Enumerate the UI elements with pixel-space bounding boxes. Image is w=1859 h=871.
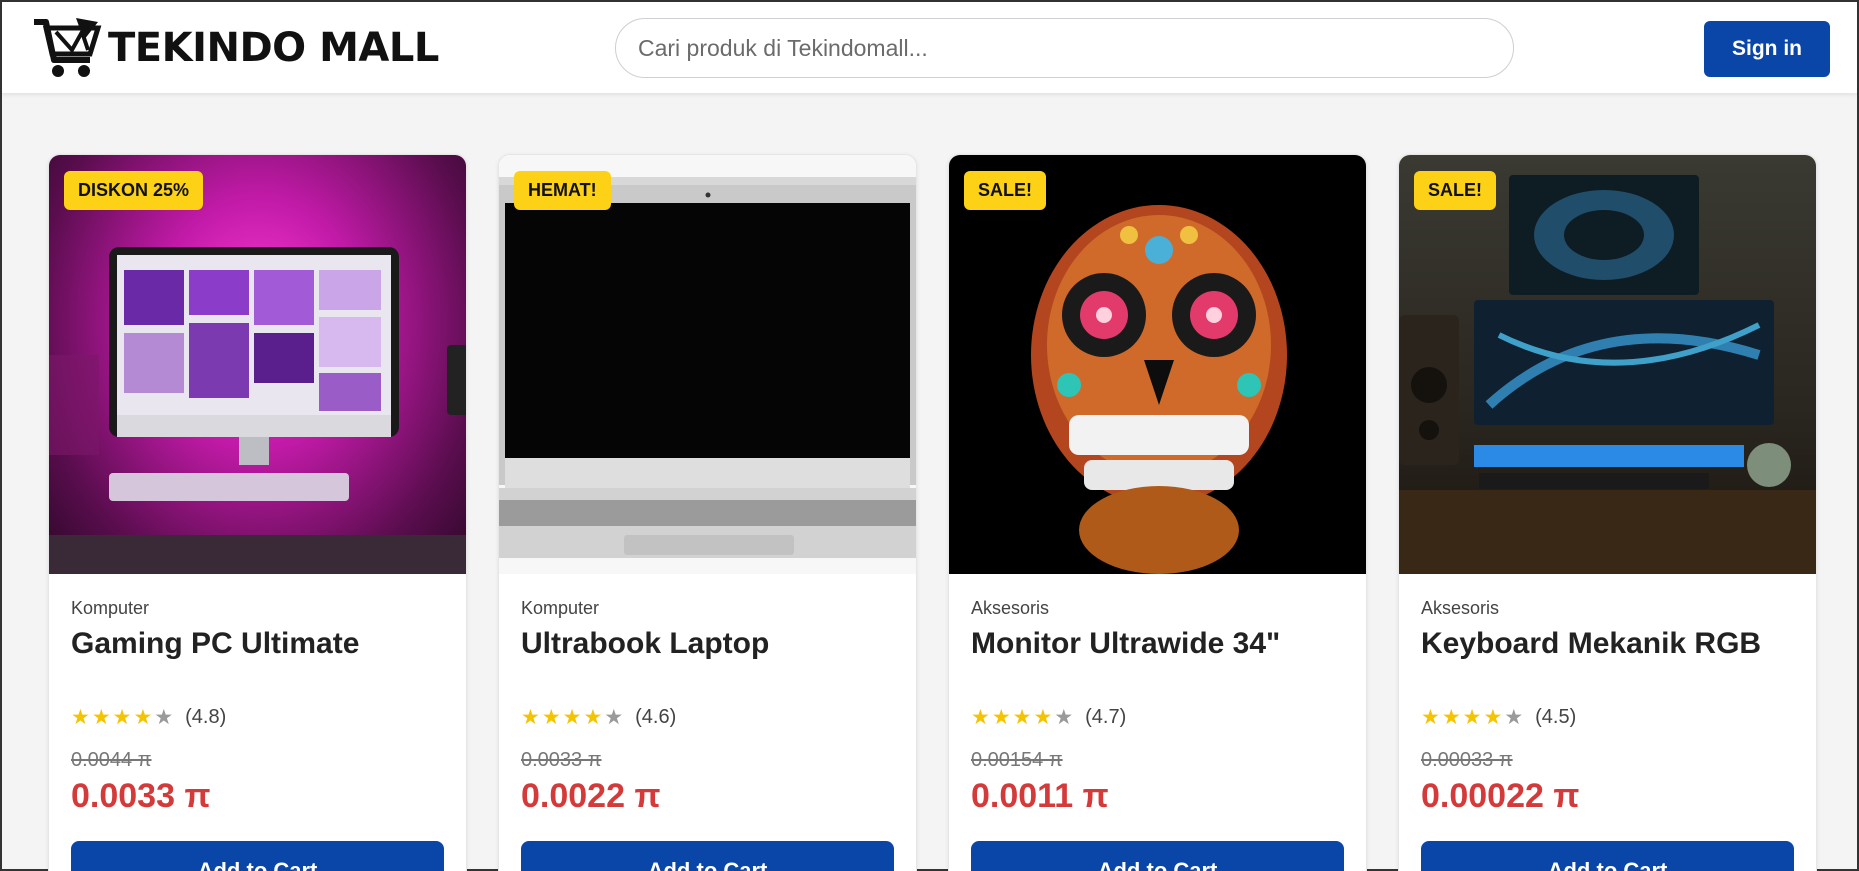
desktop-pc-picture [49, 247, 466, 574]
product-category: Aksesoris [1421, 598, 1500, 618]
product-category: Aksesoris [971, 598, 1050, 618]
product-image[interactable]: HEMAT! [499, 155, 916, 574]
product-title[interactable]: Gaming PC Ultimate [71, 627, 359, 661]
product-category: Komputer [521, 598, 600, 618]
product-rating: ★★★★★ (4.7) [971, 705, 1126, 730]
logo-text: TEKINDO MALL [108, 25, 439, 71]
product-title[interactable]: Ultrabook Laptop [521, 627, 769, 661]
discount-badge: SALE! [1414, 171, 1496, 210]
product-image[interactable]: SALE! [1399, 155, 1816, 574]
product-rating: ★★★★★ (4.5) [1421, 705, 1576, 730]
original-price: 0.00033 π [1421, 749, 1513, 771]
rating-stars-icon: ★★★★★ [71, 706, 176, 729]
original-price: 0.0044 π [71, 749, 152, 771]
logo[interactable]: TEKINDO MALL [32, 16, 439, 80]
laptop-picture [499, 177, 916, 558]
discount-badge: SALE! [964, 171, 1046, 210]
add-to-cart-button[interactable]: Add to Cart [521, 841, 894, 871]
product-rating: ★★★★★ (4.6) [521, 705, 676, 730]
rating-value: (4.7) [1085, 706, 1127, 728]
add-to-cart-button[interactable]: Add to Cart [971, 841, 1344, 871]
rating-value: (4.5) [1535, 706, 1577, 728]
shopping-cart-icon [34, 18, 102, 77]
discount-badge: DISKON 25% [64, 171, 204, 210]
add-to-cart-button[interactable]: Add to Cart [1421, 841, 1794, 871]
product-card[interactable]: SALE! Aksesoris Keyboard Mekanik RGB ★★★… [1398, 154, 1817, 871]
rating-stars-icon: ★★★★★ [1421, 706, 1526, 729]
decorated-skull-picture [1031, 205, 1287, 574]
rating-stars-icon: ★★★★★ [971, 706, 1076, 729]
desk-setup-picture [1399, 175, 1816, 574]
add-to-cart-button[interactable]: Add to Cart [71, 841, 444, 871]
product-card[interactable]: DISKON 25% Komputer Gaming PC Ultimate ★… [48, 154, 467, 871]
search-input[interactable] [615, 18, 1514, 78]
product-category: Komputer [71, 598, 150, 618]
product-title[interactable]: Monitor Ultrawide 34" [971, 627, 1280, 661]
product-card[interactable]: HEMAT! Komputer Ultrabook Laptop ★★★★★ (… [498, 154, 917, 871]
product-image[interactable]: SALE! [949, 155, 1366, 574]
product-image[interactable]: DISKON 25% [49, 155, 466, 574]
rating-value: (4.6) [635, 706, 677, 728]
sale-price: 0.0022 π [521, 777, 661, 815]
rating-stars-icon: ★★★★★ [521, 706, 626, 729]
rating-value: (4.8) [185, 706, 227, 728]
product-rating: ★★★★★ (4.8) [71, 705, 226, 730]
product-card[interactable]: SALE! Aksesoris Monitor Ultrawide 34" ★★… [948, 154, 1367, 871]
original-price: 0.00154 π [971, 749, 1063, 771]
original-price: 0.0033 π [521, 749, 602, 771]
sale-price: 0.0011 π [971, 777, 1109, 815]
site-header: TEKINDO MALL Sign in [2, 2, 1857, 93]
discount-badge: HEMAT! [514, 171, 611, 210]
sign-in-button[interactable]: Sign in [1704, 21, 1830, 77]
sale-price: 0.00022 π [1421, 777, 1580, 815]
product-title[interactable]: Keyboard Mekanik RGB [1421, 627, 1761, 661]
sale-price: 0.0033 π [71, 777, 211, 815]
